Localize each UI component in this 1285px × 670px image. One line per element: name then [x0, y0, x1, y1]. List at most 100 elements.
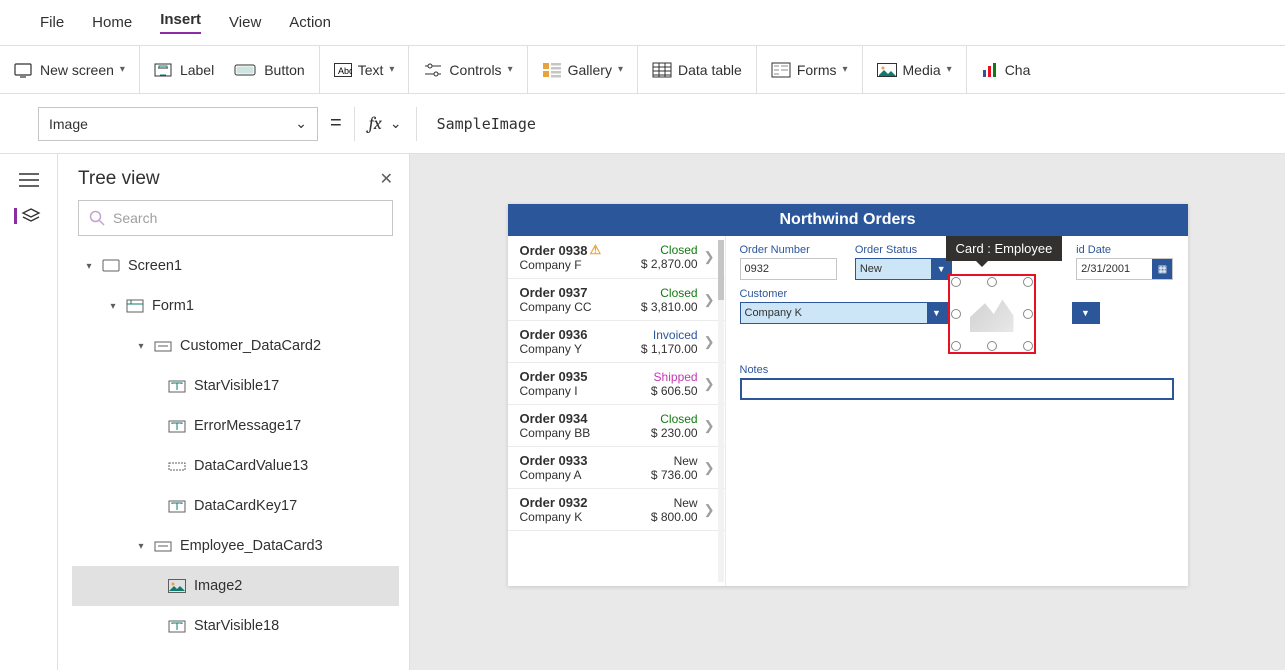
data-table-button[interactable]: Data table — [638, 46, 757, 93]
image-icon — [168, 579, 186, 593]
gallery-button[interactable]: Gallery ▾ — [528, 46, 638, 93]
datacard-icon — [154, 339, 172, 353]
expander-icon[interactable]: ▾ — [84, 261, 94, 272]
tree-node-form1[interactable]: ▾ Form1 — [72, 286, 399, 326]
new-screen-button[interactable]: New screen ▾ — [0, 46, 140, 93]
layers-icon[interactable] — [14, 208, 36, 224]
order-row[interactable]: Order 0938⚠Company FClosed$ 2,870.00❯ — [508, 236, 725, 279]
chevron-right-icon: ❯ — [704, 334, 715, 350]
tree-node-datacardvalue13[interactable]: DataCardValue13 — [72, 446, 399, 486]
expander-icon[interactable]: ▾ — [136, 341, 146, 352]
chevron-down-icon: ▾ — [389, 64, 394, 75]
order-form: Card : Employee Order Number 0932 Order … — [726, 236, 1188, 586]
order-list[interactable]: Order 0938⚠Company FClosed$ 2,870.00❯Ord… — [508, 236, 726, 586]
order-row[interactable]: Order 0933Company ANew$ 736.00❯ — [508, 447, 725, 489]
search-input[interactable]: Search — [78, 200, 393, 236]
canvas[interactable]: Northwind Orders Order 0938⚠Company FClo… — [410, 154, 1285, 670]
tree-node-starvisible18[interactable]: StarVisible18 — [72, 606, 399, 646]
tooltip: Card : Employee — [946, 236, 1063, 261]
label-icon — [168, 499, 186, 513]
order-row[interactable]: Order 0934Company BBClosed$ 230.00❯ — [508, 405, 725, 447]
customer-dropdown[interactable]: Company K ▼ — [740, 302, 948, 324]
datacard-icon — [154, 539, 172, 553]
tree-node-customer-datacard[interactable]: ▾ Customer_DataCard2 — [72, 326, 399, 366]
top-menu: File Home Insert View Action — [0, 0, 1285, 46]
hamburger-icon[interactable] — [18, 172, 40, 188]
order-status-label: Order Status — [855, 244, 952, 256]
chevron-right-icon: ❯ — [704, 460, 715, 476]
search-icon — [89, 210, 105, 226]
tree-node-image2[interactable]: Image2 — [72, 566, 399, 606]
employee-card-selection[interactable] — [948, 274, 1036, 354]
menu-home[interactable]: Home — [92, 14, 132, 31]
order-row[interactable]: Order 0935Company IShipped$ 606.50❯ — [508, 363, 725, 405]
close-icon[interactable]: ✕ — [380, 169, 393, 189]
expander-icon[interactable]: ▾ — [136, 541, 146, 552]
formula-input[interactable]: SampleImage — [429, 115, 536, 133]
tree-scroll[interactable]: ▾ Screen1 ▾ Form1 ▾ Customer_DataCard2 S… — [72, 246, 399, 670]
chevron-down-icon: ⌄ — [295, 115, 307, 132]
order-row[interactable]: Order 0937Company CCClosed$ 3,810.00❯ — [508, 279, 725, 321]
chevron-down-icon: ▾ — [508, 64, 513, 75]
chevron-down-icon: ▼ — [927, 303, 947, 323]
expander-icon[interactable]: ▾ — [108, 301, 118, 312]
svg-text:Abc: Abc — [338, 66, 352, 76]
label-icon — [168, 619, 186, 633]
forms-button[interactable]: Forms ▾ — [757, 46, 863, 93]
chevron-right-icon: ❯ — [704, 418, 715, 434]
tree-node-screen1[interactable]: ▾ Screen1 — [72, 246, 399, 286]
tree-node-starvisible17[interactable]: StarVisible17 — [72, 366, 399, 406]
label-icon — [168, 419, 186, 433]
calendar-icon: ▦ — [1152, 259, 1172, 279]
combobox-icon — [168, 459, 186, 473]
order-row[interactable]: Order 0936Company YInvoiced$ 1,170.00❯ — [508, 321, 725, 363]
order-number-label: Order Number — [740, 244, 837, 256]
screen-icon — [102, 259, 120, 273]
chevron-right-icon: ❯ — [704, 292, 715, 308]
fx-button[interactable]: fx ⌄ — [354, 107, 417, 141]
order-status-dropdown[interactable]: New ▼ — [855, 258, 952, 280]
button-button[interactable]: Button — [234, 62, 304, 78]
chevron-down-icon: ▾ — [618, 64, 623, 75]
panel-title: Tree view — [78, 168, 160, 190]
tree-view-panel: Tree view ✕ Search ▾ Screen1 ▾ Form1 ▾ C… — [58, 154, 410, 670]
equals-sign: = — [330, 112, 342, 135]
chevron-down-icon: ⌄ — [390, 115, 402, 132]
label-icon — [168, 379, 186, 393]
form-icon — [126, 299, 144, 313]
chevron-down-icon: ▾ — [120, 64, 125, 75]
formula-bar: Image ⌄ = fx ⌄ SampleImage — [0, 94, 1285, 154]
property-selector[interactable]: Image ⌄ — [38, 107, 318, 141]
main-area: Tree view ✕ Search ▾ Screen1 ▾ Form1 ▾ C… — [0, 154, 1285, 670]
order-row[interactable]: Order 0932Company KNew$ 800.00❯ — [508, 489, 725, 531]
warning-icon: ⚠ — [589, 242, 601, 258]
paid-date-label: id Date — [1076, 244, 1173, 256]
tree-node-datacardkey17[interactable]: DataCardKey17 — [72, 486, 399, 526]
label-button[interactable]: Label — [154, 62, 214, 78]
scrollbar[interactable] — [718, 240, 724, 582]
chevron-down-icon: ▾ — [947, 64, 952, 75]
notes-field[interactable] — [740, 378, 1174, 400]
order-number-field[interactable]: 0932 — [740, 258, 837, 280]
controls-button[interactable]: Controls ▾ — [409, 46, 527, 93]
media-button[interactable]: Media ▾ — [863, 46, 967, 93]
chevron-right-icon: ❯ — [704, 376, 715, 392]
chevron-right-icon: ❯ — [704, 249, 715, 265]
paid-date-field[interactable]: 2/31/2001 ▦ — [1076, 258, 1173, 280]
notes-label: Notes — [740, 364, 1174, 376]
tree-node-employee-datacard[interactable]: ▾ Employee_DataCard3 — [72, 526, 399, 566]
small-dropdown[interactable]: ▼ — [1072, 302, 1100, 324]
app-preview: Northwind Orders Order 0938⚠Company FClo… — [508, 204, 1188, 586]
menu-file[interactable]: File — [40, 14, 64, 31]
charts-button[interactable]: Cha — [967, 46, 1045, 93]
insert-toolbar: New screen ▾ Label Button Abc Text ▾ Con… — [0, 46, 1285, 94]
tree-node-errormessage17[interactable]: ErrorMessage17 — [72, 406, 399, 446]
sample-image-icon — [970, 296, 1014, 332]
menu-view[interactable]: View — [229, 14, 261, 31]
chevron-down-icon: ▾ — [842, 64, 847, 75]
menu-action[interactable]: Action — [289, 14, 331, 31]
customer-label: Customer — [740, 288, 948, 300]
menu-insert[interactable]: Insert — [160, 11, 201, 34]
left-rail — [0, 154, 58, 670]
text-button[interactable]: Abc Text ▾ — [320, 46, 410, 93]
